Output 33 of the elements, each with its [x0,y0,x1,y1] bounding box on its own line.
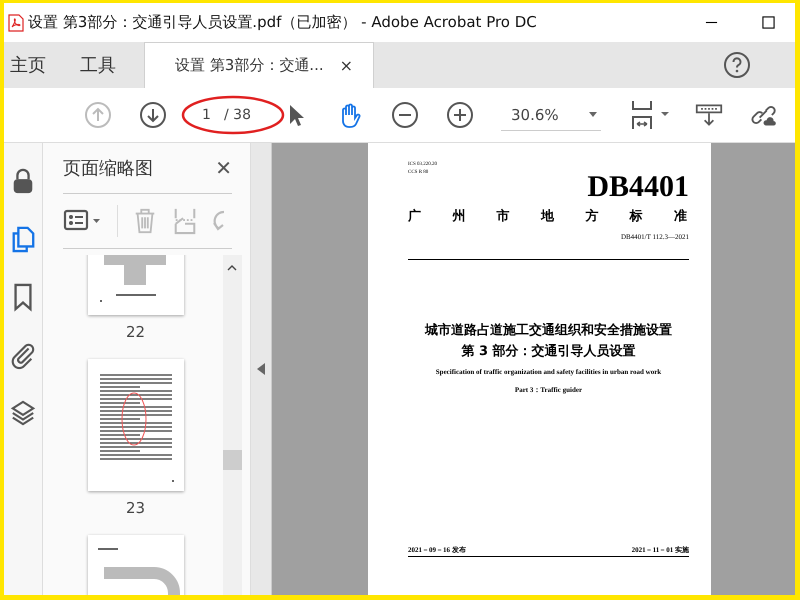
collapse-arrow-icon[interactable] [257,363,265,375]
close-panel-button[interactable]: ✕ [215,156,232,180]
tab[interactable]: 设置 第3部分：交通... × [144,42,374,88]
next-page-icon[interactable] [139,101,167,129]
page-number: 22 [126,323,146,341]
close-tab-button[interactable]: × [340,56,354,75]
pdf-file-icon [8,14,24,32]
panel-title: 页面缩略图 [63,157,153,180]
window-title: 设置 第3部分：交通引导人员设置.pdf（已加密） - Adobe Acrobat Pro DC [28,13,538,32]
layers-icon[interactable] [10,398,36,428]
caret-icon[interactable] [588,112,597,117]
tab-label: 工具 [80,54,116,77]
scrollbar-thumb[interactable] [223,450,242,470]
tab[interactable]: 主页 [4,42,60,88]
standard-authority: 广州市地方标准 [408,208,689,225]
help-icon[interactable] [723,51,751,79]
tab[interactable]: 工具 [74,42,130,88]
page-number-field[interactable]: 1 [202,107,218,123]
page-count: / 38 [224,107,251,123]
tab-label: 主页 [10,54,46,77]
zoom-in-icon[interactable] [446,101,474,129]
zoom-dropdown[interactable]: 30.6% [500,100,601,130]
scroll-up-icon[interactable] [227,265,237,271]
maximize-icon[interactable] [762,16,775,29]
document-title: 城市道路占道施工交通组织和安全措施设置 [425,322,672,340]
pages-icon[interactable] [10,224,36,254]
zoom-out-icon[interactable] [390,101,419,129]
tab-label: 设置 第3部分：交通... [175,56,324,75]
standard-code: DB4401 [586,173,689,201]
page-number: 23 [126,499,146,517]
document-title: 第 3 部分：交通引导人员设置 [461,342,636,361]
scrollbar[interactable] [223,255,242,595]
text-page-thumbnail[interactable] [88,359,184,491]
